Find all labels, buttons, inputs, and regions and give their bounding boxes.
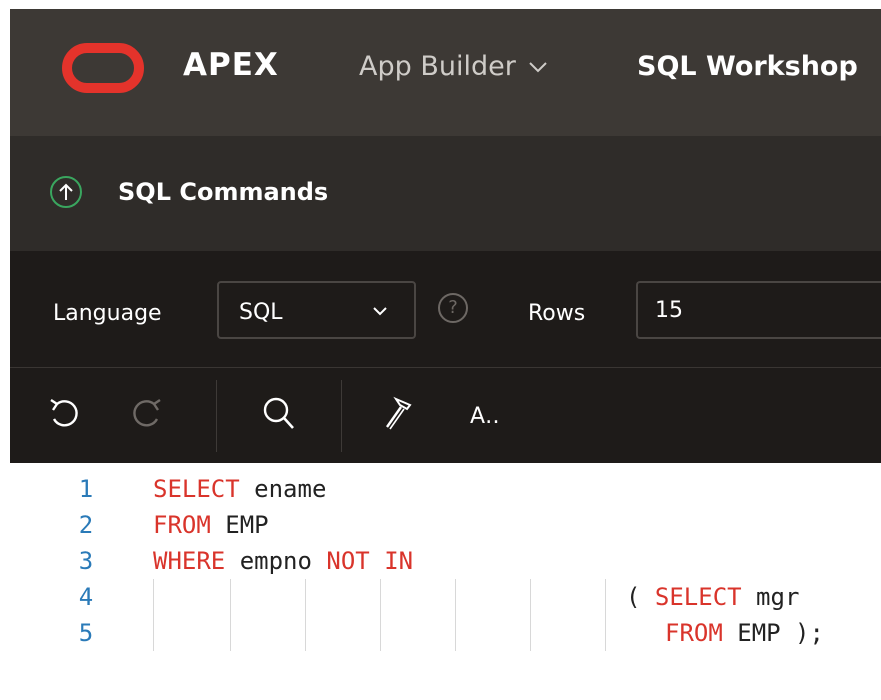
indent-guide (605, 579, 606, 615)
code-text: FROM EMP ); (665, 619, 824, 647)
indent-guide (455, 579, 456, 615)
language-select-value: SQL (239, 300, 283, 325)
language-select[interactable]: SQL (217, 281, 416, 339)
code-line: 3 WHERE empno NOT IN (10, 543, 881, 579)
hammer-icon[interactable] (382, 395, 416, 431)
indent-guide (305, 615, 306, 651)
indent-guide (153, 615, 154, 651)
chevron-down-icon (372, 305, 392, 319)
code-text: WHERE empno NOT IN (153, 547, 414, 575)
indent-guide (380, 615, 381, 651)
arrow-up-circle-icon[interactable] (50, 176, 82, 208)
code-text: FROM EMP (153, 511, 269, 539)
code-line: 1 SELECT ename (10, 471, 881, 507)
rows-label: Rows (528, 301, 586, 326)
toolbar-divider (216, 380, 217, 452)
options-bar: Language SQL ? Rows (10, 251, 881, 367)
code-text: SELECT ename (153, 475, 327, 503)
line-number: 5 (78, 619, 94, 647)
indent-guide (230, 615, 231, 651)
brand-name[interactable]: APEX (183, 47, 279, 83)
editor-toolbar: A‥ (10, 367, 881, 463)
toolbar-divider (341, 380, 342, 452)
nav-sql-workshop-label: SQL Workshop (637, 51, 858, 82)
indent-guide (455, 615, 456, 651)
code-line: 4 ( SELECT mgr (10, 579, 881, 615)
line-number: 2 (78, 511, 94, 539)
indent-guide (605, 615, 606, 651)
redo-icon[interactable] (130, 395, 164, 431)
nav-app-builder-label: App Builder (359, 51, 516, 82)
line-number: 4 (78, 583, 94, 611)
indent-guide (305, 579, 306, 615)
undo-icon[interactable] (47, 395, 81, 431)
line-number: 1 (78, 475, 94, 503)
help-icon[interactable]: ? (438, 293, 468, 323)
indent-guide (530, 579, 531, 615)
page-title: SQL Commands (118, 178, 329, 206)
nav-sql-workshop[interactable]: SQL Workshop (637, 51, 858, 82)
code-line: 5 FROM EMP ); (10, 615, 881, 651)
app-header: APEX App Builder SQL Workshop (10, 9, 881, 136)
indent-guide (153, 579, 154, 615)
rows-input[interactable] (636, 281, 881, 339)
indent-guide (230, 579, 231, 615)
page-header: SQL Commands (10, 136, 881, 251)
code-line: 2 FROM EMP (10, 507, 881, 543)
language-label: Language (53, 301, 162, 326)
code-editor[interactable]: 1 SELECT ename 2 FROM EMP 3 WHERE empno … (10, 463, 881, 700)
line-number: 3 (78, 547, 94, 575)
chevron-down-icon (528, 60, 548, 74)
code-text: ( SELECT mgr (626, 583, 800, 611)
search-icon[interactable] (262, 395, 296, 431)
oracle-logo-icon[interactable] (62, 43, 144, 93)
autocomplete-icon[interactable]: A‥ (470, 404, 500, 429)
indent-guide (530, 615, 531, 651)
nav-app-builder[interactable]: App Builder (359, 51, 548, 82)
indent-guide (380, 579, 381, 615)
